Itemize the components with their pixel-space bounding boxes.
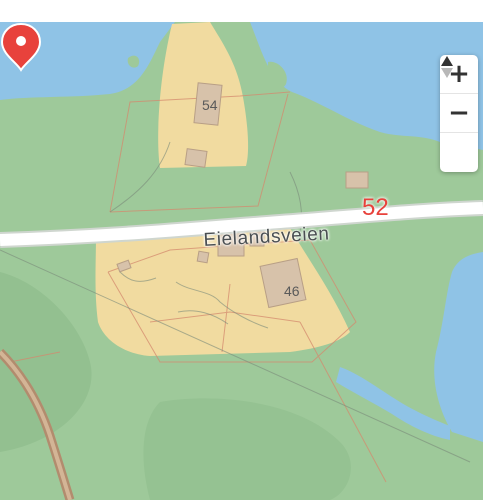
marker-label: 52 bbox=[362, 194, 389, 221]
building bbox=[345, 171, 369, 189]
map-controls: + − bbox=[440, 55, 478, 172]
house-number-label: 54 bbox=[202, 97, 218, 113]
compass-icon bbox=[441, 56, 453, 78]
zoom-out-button[interactable]: − bbox=[440, 94, 478, 133]
building bbox=[196, 250, 210, 264]
location-marker-icon[interactable] bbox=[0, 22, 42, 72]
house-number-label: 46 bbox=[284, 283, 300, 299]
building bbox=[184, 148, 208, 168]
map-tiles bbox=[0, 22, 483, 500]
map-app: Eielandsveien 54 46 52 + − bbox=[0, 0, 483, 500]
compass-button[interactable] bbox=[440, 56, 478, 172]
map-canvas[interactable]: Eielandsveien 54 46 52 + − bbox=[0, 22, 483, 500]
